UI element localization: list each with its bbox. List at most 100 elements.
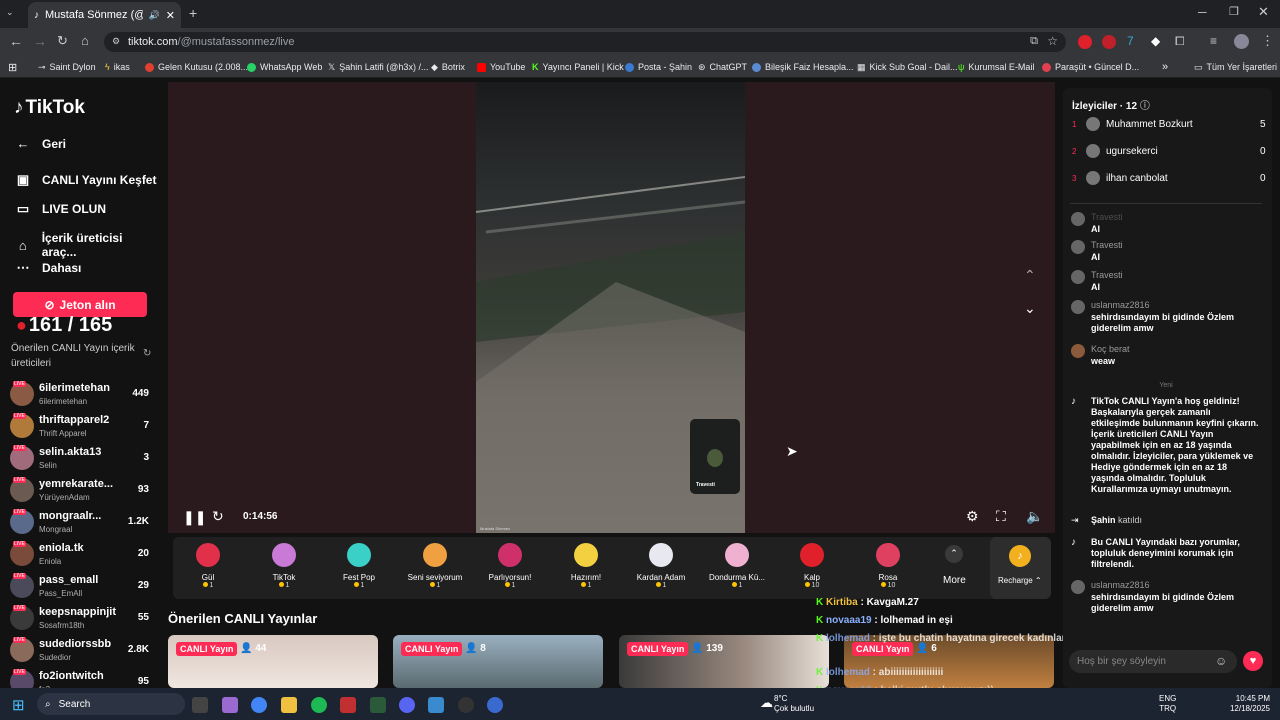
gift-item[interactable]: TikTok 1 <box>249 541 319 595</box>
home-icon[interactable]: ⌂ <box>81 33 89 48</box>
fullscreen-icon[interactable]: ⛶ <box>996 508 1006 525</box>
creator-row[interactable]: LIVE keepsnappinjit Sosafrm18th 55 <box>10 604 155 636</box>
new-tab-icon[interactable]: + <box>189 5 197 21</box>
discord-icon[interactable] <box>399 697 415 713</box>
task-view-icon[interactable] <box>192 697 208 713</box>
clock[interactable]: 10:45 PM 12/18/2025 <box>1218 694 1270 714</box>
extension-icon[interactable] <box>1078 35 1092 49</box>
live-card[interactable]: CANLI Yayın 👤 139 <box>619 635 829 688</box>
tiktok-logo[interactable]: ♪ TikTok <box>14 97 85 119</box>
emoji-icon[interactable]: ☺ <box>1215 654 1227 668</box>
refresh-icon[interactable]: ↻ <box>143 348 151 359</box>
bookmark-item[interactable]: ⊸ Saint Dylon <box>38 56 96 78</box>
more-bookmarks-icon[interactable]: » <box>1162 56 1168 78</box>
creator-row[interactable]: LIVE yemrekarate... YürüyenAdam 93 <box>10 476 155 508</box>
menu-kebab-icon[interactable]: ⋮ <box>1261 33 1274 49</box>
creator-row[interactable]: LIVE selin.akta13 Selin 3 <box>10 444 155 476</box>
expand-gifts-icon[interactable]: ⌃ <box>945 545 963 563</box>
bookmark-star-icon[interactable]: ☆ <box>1047 34 1058 48</box>
gift-item[interactable]: Kalp 10 <box>777 541 847 595</box>
copilot-icon[interactable] <box>222 697 238 713</box>
url-bar[interactable]: ⚙ tiktok.com/@mustafassonmez/live ⧉ ☆ <box>104 32 1066 52</box>
bookmark-item[interactable]: ▦ Kick Sub Goal - Dail... <box>857 56 958 78</box>
creator-row[interactable]: LIVE pass_emall Pass_EmAll 29 <box>10 572 155 604</box>
recharge-button[interactable]: ♪ Recharge ⌃ <box>990 537 1051 599</box>
viewer-row[interactable]: 2 ugursekerci 0 <box>1072 144 1266 158</box>
tab-search-icon[interactable]: ⌄ <box>6 7 14 18</box>
creator-row[interactable]: LIVE mongraalr... Mongraal 1.2K <box>10 508 155 540</box>
bookmark-item[interactable]: 𝕏 Şahin Latifi (@h3x) /... <box>328 56 428 78</box>
app-icon[interactable] <box>487 697 503 713</box>
bookmark-item[interactable]: WhatsApp Web <box>247 56 322 78</box>
nav-more[interactable]: ⋯ Dahası <box>16 260 82 276</box>
language-indicator[interactable]: ENG TRQ <box>1159 694 1176 714</box>
extensions-puzzle-icon[interactable]: ⧠ <box>1175 34 1185 49</box>
live-card[interactable]: CANLI Yayın 👤 8 <box>393 635 603 688</box>
reload-icon[interactable]: ↻ <box>57 33 68 49</box>
pause-icon[interactable]: ❚❚ <box>183 509 206 526</box>
creator-row[interactable]: LIVE eniola.tk Eniola 20 <box>10 540 155 572</box>
translate-icon[interactable]: ⧉ <box>1030 35 1038 48</box>
refresh-icon[interactable]: ↻ <box>212 508 224 525</box>
chat-input[interactable]: Hoş bir şey söyleyin ☺ <box>1069 650 1237 673</box>
weather[interactable]: 8°C Çok bulutlu <box>774 694 814 714</box>
volume-icon[interactable]: 🔈 <box>1026 508 1043 525</box>
app-icon[interactable] <box>370 697 386 713</box>
back-icon[interactable]: ← <box>9 33 23 49</box>
bookmark-item[interactable]: ⊛ ChatGPT <box>698 56 747 78</box>
bookmark-item[interactable]: ψ Kurumsal E-Mail <box>958 56 1034 78</box>
all-bookmarks[interactable]: ▭ Tüm Yer İşaretleri <box>1194 56 1277 78</box>
spotify-icon[interactable] <box>311 697 327 713</box>
chrome-icon[interactable] <box>251 697 267 713</box>
creator-row[interactable]: LIVE sudediorssbb Sudedior 2.8K <box>10 636 155 668</box>
bookmark-item[interactable]: K Yayıncı Paneli | Kick <box>532 56 624 78</box>
viewer-row[interactable]: 1 Muhammet Bozkurt 5 <box>1072 117 1266 131</box>
forward-icon[interactable]: → <box>33 33 47 49</box>
creator-row[interactable]: LIVEfo2iontwitchfo295 <box>10 668 155 688</box>
windows-start-icon[interactable]: ⊞ <box>12 696 25 714</box>
bookmark-item[interactable]: YouTube <box>477 56 525 78</box>
pip-guest-video[interactable]: Travesti <box>690 419 740 494</box>
minimize-icon[interactable]: ─ <box>1198 5 1207 19</box>
creator-row[interactable]: LIVE 6ilerimetehan 6ilerimetehan 449 <box>10 380 155 412</box>
app-icon[interactable] <box>340 697 356 713</box>
apps-grid-icon[interactable]: ⊞ <box>8 56 17 78</box>
weather-icon[interactable]: ☁ <box>760 695 773 711</box>
gift-item[interactable]: Rosa 10 <box>853 541 923 595</box>
like-heart-icon[interactable]: ♥ <box>1243 651 1263 671</box>
chevron-down-icon[interactable]: ⌄ <box>1024 300 1036 317</box>
live-card[interactable]: CANLI Yayın 👤 44 <box>168 635 378 688</box>
window-close-icon[interactable]: ✕ <box>1258 4 1269 20</box>
nav-creator-tools[interactable]: ⌂ İçerik üreticisi araç... <box>16 231 158 259</box>
restore-icon[interactable]: ❐ <box>1229 5 1239 18</box>
extension-icon[interactable]: 7 <box>1127 34 1134 48</box>
creator-row[interactable]: LIVE thriftapparel2 Thrift Apparel 7 <box>10 412 155 444</box>
gift-item[interactable]: Dondurma Kü... 1 <box>702 541 772 595</box>
taskbar-search[interactable]: ⌕ Search <box>37 693 185 715</box>
extension-icon[interactable] <box>1102 35 1116 49</box>
app-icon[interactable] <box>458 697 474 713</box>
gift-item[interactable]: Parlıyorsun! 1 <box>475 541 545 595</box>
bookmark-item[interactable]: ϟ ikas <box>105 56 130 78</box>
settings-icon[interactable]: ⚙ <box>966 508 979 525</box>
site-info-icon[interactable]: ⚙ <box>112 36 120 47</box>
file-explorer-icon[interactable] <box>281 697 297 713</box>
viewer-row[interactable]: 3 ilhan canbolat 0 <box>1072 171 1266 185</box>
extension-icon[interactable]: ◆ <box>1151 34 1160 48</box>
media-icon[interactable]: ≡ <box>1210 34 1217 48</box>
gift-item[interactable]: Gül 1 <box>173 541 243 595</box>
speaker-icon[interactable]: 🔊 <box>149 10 160 21</box>
back-link[interactable]: ← Geri <box>16 136 67 151</box>
bookmark-item[interactable]: ◆ Botrix <box>431 56 465 78</box>
gift-item[interactable]: Kardan Adam 1 <box>626 541 696 595</box>
bookmark-item[interactable]: Gelen Kutusu (2.008... <box>145 56 248 78</box>
more-gifts-button[interactable]: More <box>943 575 966 586</box>
bookmark-item[interactable]: Posta - Şahin <box>625 56 692 78</box>
gift-item[interactable]: Hazırım! 1 <box>551 541 621 595</box>
app-icon[interactable] <box>428 697 444 713</box>
browser-tab[interactable]: ♪ Mustafa Sönmez (@mustafa 🔊 ✕ <box>28 2 181 28</box>
bookmark-item[interactable]: Paraşüt • Güncel D... <box>1042 56 1139 78</box>
chevron-up-icon[interactable]: ⌃ <box>1024 267 1036 284</box>
bookmark-item[interactable]: Bileşik Faiz Hesapla... <box>752 56 854 78</box>
profile-avatar[interactable] <box>1234 34 1249 49</box>
